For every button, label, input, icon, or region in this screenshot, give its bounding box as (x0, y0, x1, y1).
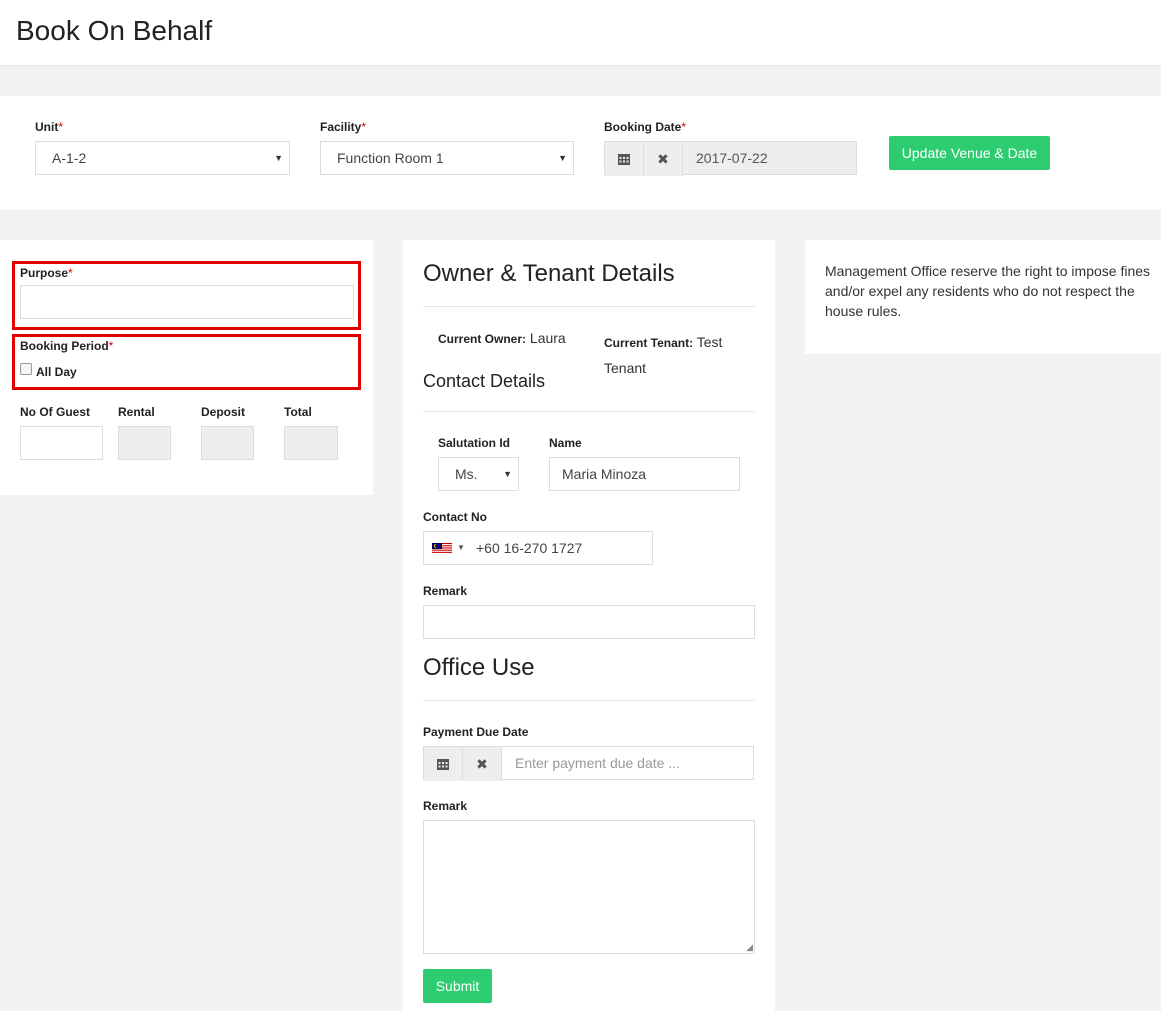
divider (423, 306, 755, 307)
page-title: Book On Behalf (16, 15, 213, 46)
booking-date-value: 2017-07-22 (696, 150, 768, 166)
unit-select[interactable]: A-1-2 ▼ (35, 141, 290, 175)
booking-date-input[interactable]: ✖ 2017-07-22 (604, 141, 857, 176)
facility-select-value: Function Room 1 (337, 150, 444, 166)
submit-button[interactable]: Submit (423, 969, 492, 1003)
booking-date-label: Booking Date* (604, 120, 687, 134)
name-input[interactable]: Maria Minoza (549, 457, 740, 491)
payment-due-input[interactable]: ✖ Enter payment due date ... (423, 746, 754, 781)
deposit-input (201, 426, 254, 460)
divider (423, 411, 755, 412)
total-input (284, 426, 338, 460)
salutation-select[interactable]: Ms. ▼ (438, 457, 519, 491)
all-day-label: All Day (36, 365, 77, 379)
contact-no-input[interactable]: ▼ +60 16-270 1727 (423, 531, 653, 565)
remark-input[interactable] (423, 605, 755, 639)
guest-input[interactable] (20, 426, 103, 460)
update-venue-date-button[interactable]: Update Venue & Date (889, 136, 1050, 170)
divider (423, 700, 755, 701)
office-use-heading: Office Use (423, 654, 535, 681)
unit-label: Unit* (35, 120, 63, 134)
calendar-icon[interactable] (424, 747, 463, 781)
payment-due-placeholder: Enter payment due date ... (515, 755, 680, 771)
chevron-down-icon: ▼ (503, 469, 512, 479)
malaysia-flag-icon[interactable] (432, 543, 452, 554)
chevron-down-icon: ▼ (558, 153, 567, 163)
clear-icon[interactable]: ✖ (644, 142, 683, 176)
contact-no-label: Contact No (423, 510, 487, 524)
venue-date-panel: Unit* A-1-2 ▼ Facility* Function Room 1 … (0, 96, 1161, 210)
payment-due-label: Payment Due Date (423, 725, 529, 739)
booking-panel: Purpose* Booking Period* All Day No Of G… (0, 240, 373, 495)
salutation-label: Salutation Id (438, 436, 510, 450)
clear-icon[interactable]: ✖ (463, 747, 502, 781)
house-rules-notice: Management Office reserve the right to i… (825, 263, 1151, 319)
guest-label: No Of Guest (20, 405, 91, 419)
purpose-input[interactable] (20, 285, 354, 319)
unit-select-value: A-1-2 (52, 150, 87, 166)
total-label: Total (284, 405, 312, 419)
contact-details-heading: Contact Details (423, 371, 546, 391)
current-tenant: Current Tenant: Test Tenant (604, 334, 723, 376)
rental-label: Rental (118, 405, 155, 419)
facility-select[interactable]: Function Room 1 ▼ (320, 141, 574, 175)
booking-period-highlight: Booking Period* All Day (12, 334, 361, 390)
purpose-label: Purpose* (20, 266, 73, 280)
salutation-value: Ms. (455, 466, 478, 482)
page-header: Book On Behalf (0, 0, 1161, 66)
purpose-highlight: Purpose* (12, 261, 361, 330)
calendar-icon[interactable] (605, 142, 644, 176)
chevron-down-icon: ▼ (457, 543, 465, 552)
owner-tenant-heading: Owner & Tenant Details (423, 260, 675, 287)
deposit-label: Deposit (201, 405, 246, 419)
details-panel: Owner & Tenant Details Current Owner: La… (403, 240, 775, 1011)
facility-label: Facility* (320, 120, 367, 134)
resize-handle-icon[interactable]: ◢ (746, 942, 753, 953)
notice-panel: Management Office reserve the right to i… (805, 240, 1161, 354)
remark-label: Remark (423, 584, 468, 598)
current-owner: Current Owner: Laura (438, 330, 566, 346)
office-remark-label: Remark (423, 799, 468, 813)
name-label: Name (549, 436, 582, 450)
chevron-down-icon: ▼ (274, 153, 283, 163)
booking-period-label: Booking Period* (20, 339, 114, 353)
all-day-checkbox[interactable] (20, 363, 32, 375)
office-remark-textarea[interactable]: ◢ (423, 820, 755, 954)
contact-no-value: +60 16-270 1727 (476, 540, 583, 556)
rental-input (118, 426, 171, 460)
